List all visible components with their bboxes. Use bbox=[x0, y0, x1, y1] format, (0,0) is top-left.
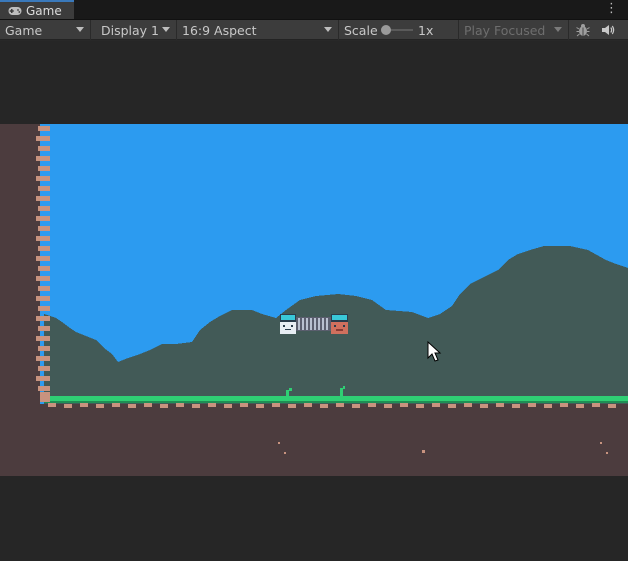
play-mode-value: Play Focused bbox=[464, 22, 546, 38]
play-mode-dropdown[interactable]: Play Focused bbox=[459, 20, 569, 40]
aspect-dropdown-value: 16:9 Aspect bbox=[182, 22, 257, 38]
gamepad-icon bbox=[8, 6, 22, 16]
grass-strip bbox=[44, 396, 628, 401]
display-dropdown[interactable]: Display 1 bbox=[96, 20, 177, 40]
game-viewport[interactable] bbox=[0, 124, 628, 476]
ground bbox=[0, 404, 628, 476]
mode-dropdown[interactable]: Game bbox=[0, 20, 91, 40]
player-characters bbox=[280, 314, 348, 334]
scale-value: 1x bbox=[418, 22, 434, 38]
scale-slider-handle[interactable] bbox=[381, 25, 391, 35]
bug-icon[interactable] bbox=[572, 20, 594, 40]
aspect-dropdown[interactable]: 16:9 Aspect bbox=[177, 20, 339, 40]
kebab-menu-icon[interactable]: ⋮ bbox=[605, 2, 618, 16]
display-dropdown-value: Display 1 bbox=[101, 22, 160, 38]
chevron-down-icon bbox=[162, 27, 170, 32]
tab-game[interactable]: Game bbox=[0, 0, 74, 19]
chevron-down-icon bbox=[76, 27, 84, 32]
scale-label: Scale bbox=[344, 22, 378, 38]
chevron-down-icon bbox=[554, 27, 562, 32]
speaker-icon[interactable] bbox=[597, 20, 619, 40]
chevron-down-icon bbox=[324, 27, 332, 32]
window-tab-bar: Game ⋮ bbox=[0, 0, 628, 20]
left-wall bbox=[0, 124, 40, 404]
tab-label: Game bbox=[26, 3, 62, 18]
mode-dropdown-value: Game bbox=[5, 22, 43, 38]
game-view-toolbar: Game Display 1 16:9 Aspect Scale 1x Play… bbox=[0, 20, 628, 40]
